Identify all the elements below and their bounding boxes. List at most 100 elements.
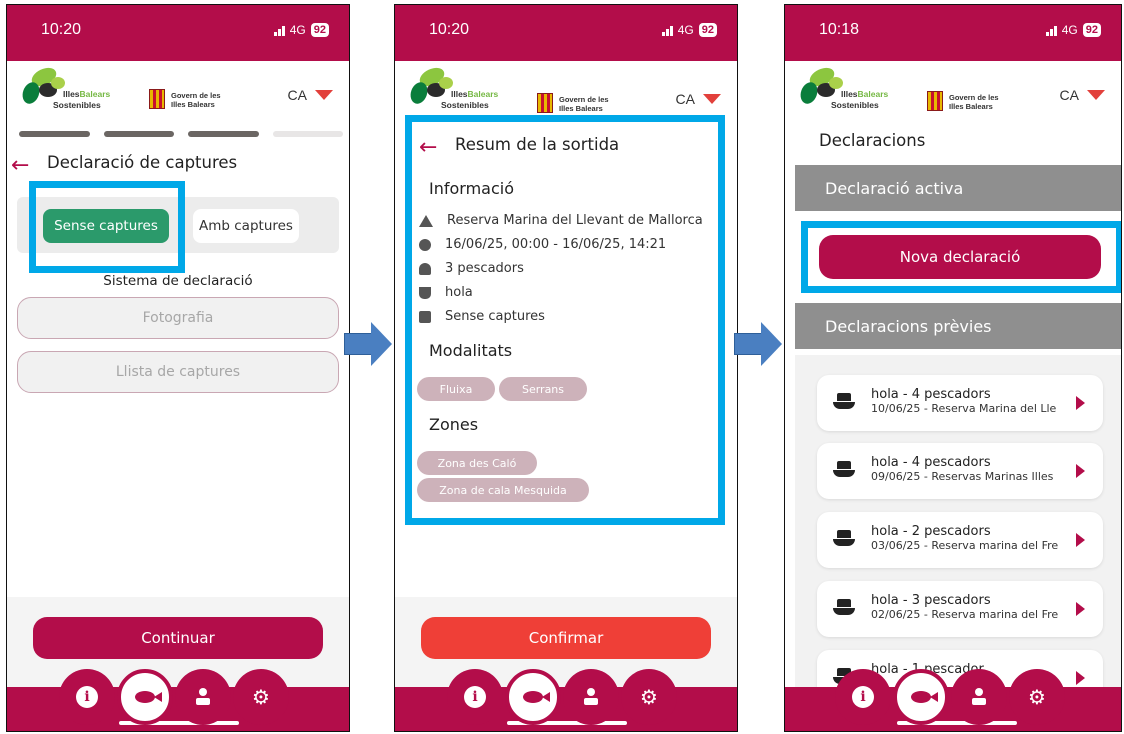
language-label: CA	[675, 91, 695, 107]
fish-icon	[911, 691, 938, 703]
tab-info[interactable]: i	[447, 669, 503, 725]
progress-step	[272, 131, 343, 137]
coat-of-arms-icon	[927, 91, 943, 111]
signal-bars-icon	[1045, 25, 1057, 36]
photo-button[interactable]: Fotografia	[17, 297, 339, 339]
continue-button[interactable]: Continuar	[33, 617, 323, 659]
illes-balears-sostenibles-logo: IllesBalears Sostenibles	[407, 64, 519, 121]
step-progress	[19, 131, 343, 137]
govern-logo: Govern de les Illes Balears	[537, 93, 627, 117]
page-title: Declaració de captures	[47, 153, 238, 172]
declaration-item[interactable]: hola - 4 pescadors 09/06/25 - Reservas M…	[817, 443, 1103, 499]
status-bar: 10:20 4G 92	[7, 5, 349, 61]
status-bar: 10:20 4G 92	[395, 5, 737, 61]
phone-screen-catch-declaration: 10:20 4G 92 IllesBalears Sostenibles Gov…	[6, 4, 350, 732]
info-icon: i	[464, 686, 486, 708]
status-time: 10:20	[41, 21, 82, 38]
declaration-item[interactable]: hola - 4 pescadors 10/06/25 - Reserva Ma…	[817, 375, 1103, 431]
govern-logo: Govern de les Illes Balears	[927, 91, 1017, 115]
network-label: 4G	[289, 23, 306, 37]
language-selector[interactable]: CA	[676, 91, 721, 107]
ship-icon	[833, 393, 855, 411]
language-selector[interactable]: CA	[288, 87, 333, 103]
declaration-subtitle: 09/06/25 - Reservas Marinas Illes	[871, 470, 1054, 483]
declaration-subtitle: 02/06/25 - Reserva marina del Fre	[871, 608, 1059, 621]
progress-step	[103, 131, 174, 137]
signal-bars-icon	[273, 25, 285, 36]
declaration-title: hola - 3 pescadors	[871, 593, 991, 608]
signal-indicator: 4G 92	[273, 23, 329, 37]
tab-settings[interactable]: ⚙	[1009, 669, 1065, 725]
battery-icon: 92	[310, 23, 329, 37]
declaration-subtitle: 10/06/25 - Reserva Marina del Lle	[871, 402, 1057, 415]
declaration-system-label: Sistema de declaració	[103, 273, 253, 289]
chevron-right-icon	[1076, 602, 1085, 616]
declaration-title: hola - 4 pescadors	[871, 455, 991, 470]
caret-down-icon	[315, 90, 333, 100]
phone-screen-declarations: 10:18 4G 92 IllesBalears Sostenibles Gov…	[784, 4, 1122, 732]
status-bar: 10:18 4G 92	[785, 5, 1121, 61]
coat-of-arms-icon	[149, 89, 165, 109]
phone-screen-trip-summary: 10:20 4G 92 IllesBalears Sostenibles Gov…	[394, 4, 738, 732]
tab-catches[interactable]	[505, 669, 561, 725]
language-label: CA	[1059, 87, 1079, 103]
battery-icon: 92	[698, 23, 717, 37]
active-declaration-header: Declaració activa	[795, 165, 1121, 211]
info-icon: i	[852, 686, 874, 708]
chevron-right-icon	[1076, 464, 1085, 478]
tab-info[interactable]: i	[835, 669, 891, 725]
signal-bars-icon	[661, 25, 673, 36]
ship-icon	[833, 599, 855, 617]
coat-of-arms-icon	[537, 93, 553, 113]
chevron-right-icon	[1076, 671, 1085, 685]
ship-icon	[833, 530, 855, 548]
user-icon	[970, 688, 988, 706]
chevron-right-icon	[1076, 396, 1085, 410]
govern-logo: Govern de les Illes Balears	[149, 89, 239, 113]
highlight-box	[801, 221, 1121, 293]
catch-list-button[interactable]: Llista de captures	[17, 351, 339, 393]
user-icon	[194, 688, 212, 706]
illes-balears-sostenibles-logo: IllesBalears Sostenibles	[797, 64, 909, 121]
highlight-box	[29, 181, 185, 273]
progress-step	[19, 131, 90, 137]
flow-arrow-icon	[344, 322, 392, 366]
declaration-subtitle: 03/06/25 - Reserva marina del Fre	[871, 539, 1059, 552]
language-selector[interactable]: CA	[1060, 87, 1105, 103]
tab-catches[interactable]	[893, 669, 949, 725]
fish-icon	[523, 691, 550, 703]
declaration-title: hola - 4 pescadors	[871, 387, 991, 402]
tab-settings[interactable]: ⚙	[621, 669, 677, 725]
confirm-button[interactable]: Confirmar	[421, 617, 711, 659]
tab-profile[interactable]	[951, 669, 1007, 725]
signal-indicator: 4G 92	[661, 23, 717, 37]
page-title: Declaracions	[819, 131, 926, 150]
tab-catches[interactable]	[117, 669, 173, 725]
chevron-right-icon	[1076, 533, 1085, 547]
tab-profile[interactable]	[175, 669, 231, 725]
language-label: CA	[287, 87, 307, 103]
tab-settings[interactable]: ⚙	[233, 669, 289, 725]
previous-declarations-header: Declaracions prèvies	[795, 303, 1121, 349]
back-arrow-icon[interactable]: ←	[11, 153, 29, 178]
caret-down-icon	[1087, 90, 1105, 100]
declaration-item[interactable]: hola - 2 pescadors 03/06/25 - Reserva ma…	[817, 512, 1103, 568]
with-catches-button[interactable]: Amb captures	[193, 209, 299, 243]
tab-profile[interactable]	[563, 669, 619, 725]
tab-info[interactable]: i	[59, 669, 115, 725]
gear-icon: ⚙	[1028, 685, 1046, 709]
caret-down-icon	[703, 94, 721, 104]
flow-arrow-icon	[734, 322, 782, 366]
user-icon	[582, 688, 600, 706]
status-time: 10:18	[819, 21, 860, 38]
highlight-box	[405, 115, 725, 525]
declaration-title: hola - 2 pescadors	[871, 524, 991, 539]
gear-icon: ⚙	[640, 685, 658, 709]
network-label: 4G	[677, 23, 694, 37]
declaration-item[interactable]: hola - 3 pescadors 02/06/25 - Reserva ma…	[817, 581, 1103, 637]
progress-step	[188, 131, 259, 137]
status-time: 10:20	[429, 21, 470, 38]
info-icon: i	[76, 686, 98, 708]
ship-icon	[833, 461, 855, 479]
signal-indicator: 4G 92	[1045, 23, 1101, 37]
